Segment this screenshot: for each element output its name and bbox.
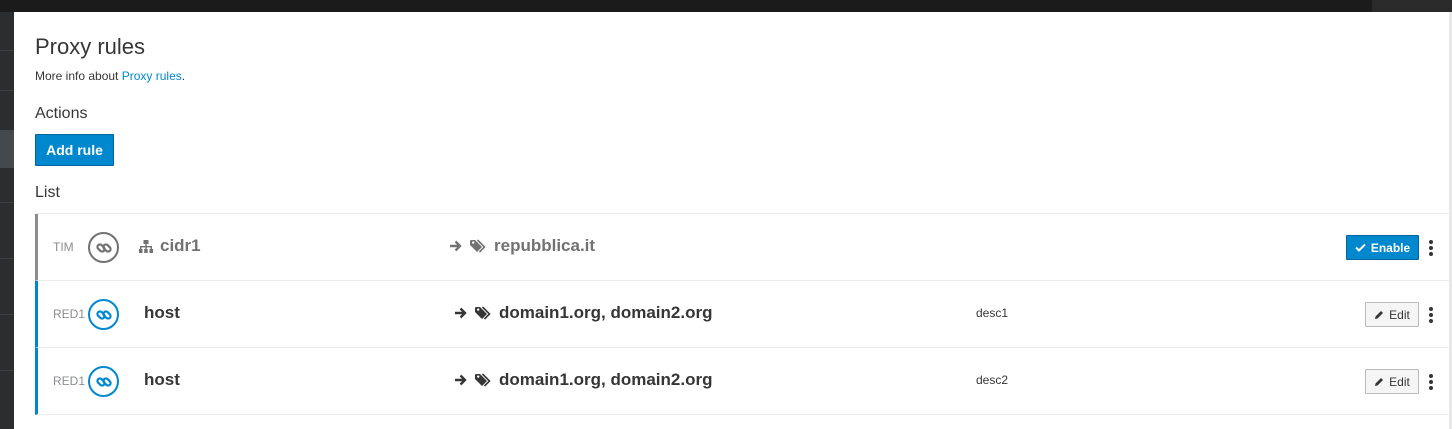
rule-category: TIM (53, 240, 74, 254)
side-nav-item[interactable] (0, 370, 14, 371)
top-bar-segment (1372, 0, 1452, 12)
side-nav-item[interactable] (0, 50, 14, 51)
destination-label: domain1.org, domain2.org (499, 370, 713, 389)
tags-icon (475, 306, 492, 320)
list-item[interactable]: RED1 host domain1.org, domain2.org desc1 (35, 281, 1452, 348)
enable-button[interactable]: Enable (1346, 235, 1419, 260)
more-info-prefix: More info about (35, 69, 119, 83)
enable-label: Enable (1370, 240, 1411, 255)
destination-label: domain1.org, domain2.org (499, 303, 713, 322)
arrow-right-icon (454, 374, 468, 386)
proxy-rules-link[interactable]: Proxy rules (122, 69, 182, 83)
list-item[interactable]: TIM cidr1 repubblica.it Enable (35, 214, 1452, 281)
list-item[interactable]: RED1 host domain1.org, domain2.org desc2 (35, 348, 1452, 415)
pencil-icon (1374, 377, 1384, 387)
destination-label: repubblica.it (494, 236, 596, 255)
network-icon (139, 239, 153, 253)
side-nav-item-active[interactable] (0, 130, 14, 168)
tags-icon (475, 373, 492, 387)
tags-icon (470, 239, 487, 253)
side-nav-item[interactable] (0, 258, 14, 259)
rule-description: desc1 (976, 306, 1009, 320)
check-icon (1355, 243, 1366, 252)
side-nav-item[interactable] (0, 314, 14, 315)
more-info: More info about Proxy rules. (35, 69, 185, 83)
kebab-menu-icon[interactable] (1426, 238, 1436, 258)
arrow-right-icon (449, 240, 463, 252)
side-nav (0, 12, 14, 429)
list-heading: List (35, 184, 60, 201)
rule-destination: domain1.org, domain2.org (454, 370, 712, 390)
rule-description: desc2 (976, 373, 1009, 387)
rule-category: RED1 (53, 374, 86, 388)
rule-source: cidr1 (139, 236, 201, 256)
pencil-icon (1374, 310, 1384, 320)
rule-category: RED1 (53, 307, 86, 321)
source-label: host (144, 370, 180, 389)
rule-source: host (144, 303, 180, 323)
edit-button[interactable]: Edit (1365, 369, 1419, 394)
rule-source: host (144, 370, 180, 390)
source-label: host (144, 303, 180, 322)
link-icon (88, 232, 119, 263)
edit-label: Edit (1389, 374, 1410, 389)
main-content: Proxy rules More info about Proxy rules.… (14, 12, 1452, 429)
arrow-right-icon (454, 307, 468, 319)
page-title: Proxy rules (35, 34, 146, 59)
rule-destination: domain1.org, domain2.org (454, 303, 712, 323)
link-icon (88, 299, 119, 330)
rule-destination: repubblica.it (449, 236, 595, 256)
kebab-menu-icon[interactable] (1426, 372, 1436, 392)
actions-heading: Actions (35, 105, 88, 122)
side-nav-item[interactable] (0, 90, 14, 91)
link-icon (88, 366, 119, 397)
more-info-suffix: . (181, 69, 186, 83)
source-label: cidr1 (160, 236, 201, 255)
add-rule-button[interactable]: Add rule (35, 134, 114, 166)
edit-button[interactable]: Edit (1365, 302, 1419, 327)
kebab-menu-icon[interactable] (1426, 305, 1436, 325)
edit-label: Edit (1389, 307, 1410, 322)
top-bar (0, 0, 1452, 12)
side-nav-item[interactable] (0, 202, 14, 203)
rules-list: TIM cidr1 repubblica.it Enable RED1 host… (35, 213, 1452, 415)
